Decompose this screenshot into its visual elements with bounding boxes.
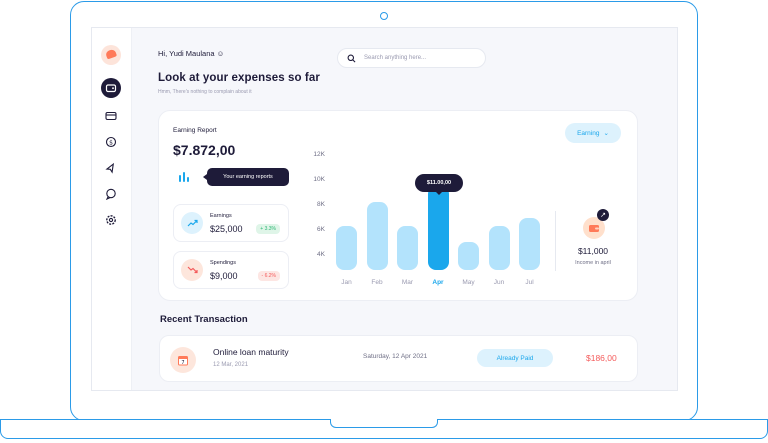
bar-chart-icon bbox=[179, 172, 189, 182]
earnings-badge: + 3.3% bbox=[256, 224, 280, 234]
chart-bar-jul[interactable] bbox=[519, 218, 540, 270]
spendings-value: $9,000 bbox=[210, 271, 238, 281]
settings-icon bbox=[106, 215, 116, 225]
sidebar-item-card[interactable] bbox=[104, 109, 118, 123]
rocket-icon bbox=[105, 162, 114, 174]
app-screen: $ Hi, Yudi Maulana ☺ Look at your expens… bbox=[91, 27, 678, 391]
x-tick-label: Jan bbox=[341, 279, 352, 286]
dropdown-label: Earning bbox=[577, 129, 600, 137]
card-label: Earning Report bbox=[173, 127, 217, 134]
coin-icon: $ bbox=[105, 136, 117, 148]
calendar-icon: 7 bbox=[170, 347, 196, 373]
transaction-name: Online loan maturity bbox=[213, 347, 289, 357]
chart-divider bbox=[555, 211, 556, 271]
sidebar-item-wallet[interactable] bbox=[101, 78, 121, 98]
y-tick-label: 6K bbox=[317, 226, 325, 233]
card-icon bbox=[105, 111, 117, 121]
trend-down-icon bbox=[181, 259, 203, 281]
earning-dropdown[interactable]: Earning ⌄ bbox=[565, 123, 621, 143]
page-subtitle: Hmm, There's nothing to complain about i… bbox=[158, 89, 252, 95]
recent-transaction-title: Recent Transaction bbox=[160, 314, 248, 325]
greeting: Hi, Yudi Maulana ☺ bbox=[158, 49, 225, 58]
report-chart-button[interactable] bbox=[173, 166, 195, 188]
trend-up-icon bbox=[181, 212, 203, 234]
x-tick-label: Apr bbox=[432, 279, 444, 286]
sidebar-item-settings[interactable] bbox=[104, 213, 118, 227]
transaction-time: Saturday, 12 Apr 2021 bbox=[363, 353, 428, 360]
svg-text:7: 7 bbox=[181, 360, 184, 366]
y-tick-label: 10K bbox=[313, 176, 325, 183]
search-input[interactable]: Search anything here... bbox=[337, 48, 486, 68]
transaction-status-badge[interactable]: Already Paid bbox=[477, 349, 553, 367]
y-tick-label: 12K bbox=[313, 151, 325, 158]
sidebar-item-coin[interactable]: $ bbox=[104, 135, 118, 149]
transaction-amount: $186,00 bbox=[586, 353, 617, 363]
chart-bar-mar[interactable] bbox=[397, 226, 418, 270]
x-tick-label: Feb bbox=[371, 279, 383, 286]
camera-icon bbox=[380, 12, 388, 20]
report-tooltip: Your earning reports bbox=[203, 168, 289, 186]
chevron-down-icon: ⌄ bbox=[603, 130, 609, 137]
chart-bar-may[interactable] bbox=[458, 242, 479, 270]
waving-emoji-icon: ☺ bbox=[216, 49, 225, 58]
x-tick-label: Jun bbox=[493, 279, 505, 286]
sidebar: $ bbox=[92, 28, 132, 390]
chart-bar-jun[interactable] bbox=[488, 226, 510, 270]
chat-icon bbox=[105, 188, 116, 200]
laptop-notch bbox=[330, 419, 438, 428]
y-tick-label: 8K bbox=[317, 201, 325, 208]
sidebar-item-chat[interactable] bbox=[104, 187, 118, 201]
bar-tooltip: $11.00,00 bbox=[415, 174, 463, 195]
income-label: Income in april bbox=[575, 260, 611, 266]
income-value: $11,000 bbox=[577, 246, 609, 256]
wallet-icon bbox=[105, 84, 117, 93]
x-tick-label: May bbox=[462, 279, 475, 286]
transaction-row[interactable]: 7 Online loan maturity 12 Mar, 2021 Satu… bbox=[159, 335, 638, 382]
y-tick-label: 4K bbox=[317, 251, 325, 258]
earning-report-card: Earning Report $7.872,00 Your earning re… bbox=[158, 110, 638, 301]
x-tick-label: Mar bbox=[401, 279, 414, 286]
earnings-label: Earnings bbox=[210, 213, 232, 219]
search-icon bbox=[347, 54, 356, 63]
transaction-date: 12 Mar, 2021 bbox=[213, 362, 249, 368]
total-amount: $7.872,00 bbox=[173, 142, 236, 158]
sidebar-item-rocket[interactable] bbox=[104, 161, 118, 175]
x-tick-label: Jul bbox=[525, 279, 534, 286]
spendings-badge: - 6.2% bbox=[257, 271, 280, 281]
chart-bar-apr[interactable] bbox=[427, 186, 449, 270]
logo-icon bbox=[101, 45, 121, 65]
page-title: Look at your expenses so far bbox=[158, 72, 320, 84]
svg-text:$: $ bbox=[109, 139, 113, 146]
search-placeholder: Search anything here... bbox=[364, 55, 427, 61]
chart-bar-jan[interactable] bbox=[336, 226, 357, 270]
spendings-card[interactable]: Spendings $9,000 - 6.2% bbox=[173, 251, 289, 289]
spendings-label: Spendings bbox=[210, 260, 236, 266]
arrow-up-right-icon[interactable]: ↗ bbox=[597, 209, 609, 221]
chart-bar-feb[interactable] bbox=[366, 202, 388, 270]
earnings-card[interactable]: Earnings $25,000 + 3.3% bbox=[173, 204, 289, 242]
earnings-value: $25,000 bbox=[210, 224, 243, 234]
